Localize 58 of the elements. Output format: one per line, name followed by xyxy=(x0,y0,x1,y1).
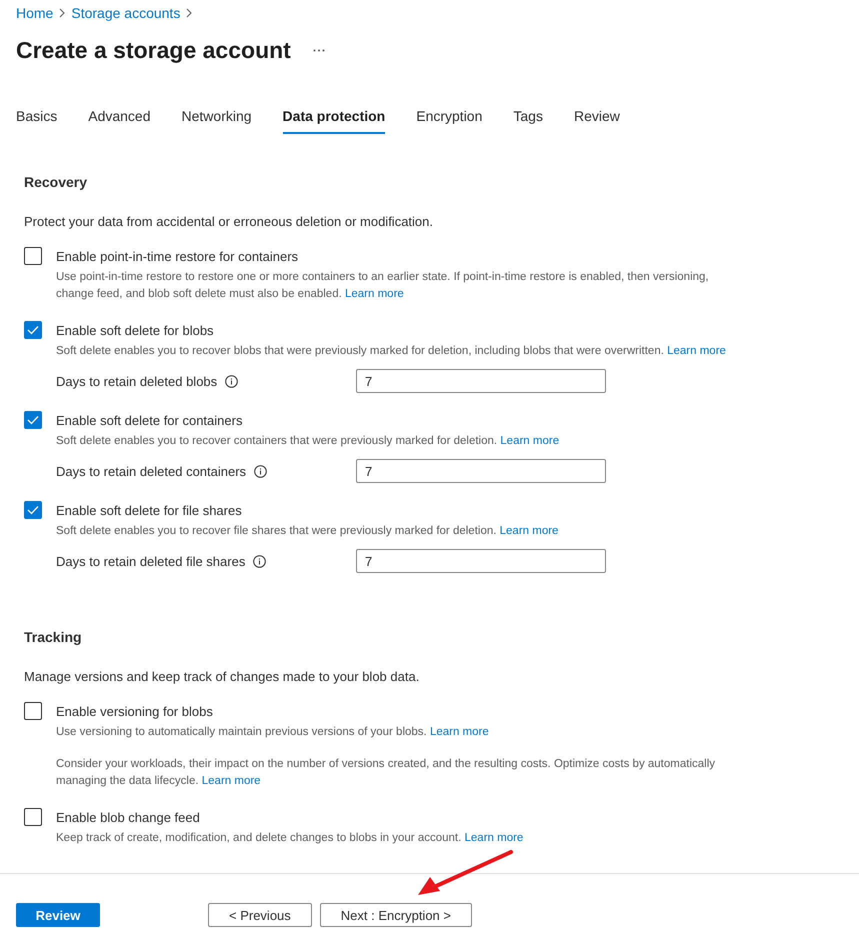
learn-more-link[interactable]: Learn more xyxy=(500,435,560,447)
checkbox[interactable] xyxy=(24,321,42,339)
checkbox[interactable] xyxy=(24,411,42,429)
checkbox-label: Enable soft delete for file shares xyxy=(56,502,242,518)
check-icon xyxy=(27,325,39,335)
learn-more-link[interactable]: Learn more xyxy=(345,288,404,300)
checkbox-label: Enable point-in-time restore for containers xyxy=(56,248,298,264)
checkbox[interactable] xyxy=(24,702,42,720)
learn-more-link[interactable]: Learn more xyxy=(667,345,726,357)
section-heading: Recovery xyxy=(24,174,88,192)
page-title: Create a storage account xyxy=(16,36,291,64)
review-button[interactable]: Review xyxy=(16,903,100,927)
section-heading: Tracking xyxy=(24,629,83,647)
checkbox[interactable] xyxy=(24,501,42,519)
info-icon[interactable] xyxy=(253,554,266,568)
tab[interactable]: Encryption xyxy=(416,102,482,134)
help-text: Consider your workloads, their impact on the number of versions created, and the resulting costs. Optimize costs by automatically managing the data lifecycle. Learn more xyxy=(56,757,716,789)
help-text: Keep track of create, modification, and delete changes to blobs in your account. Learn more xyxy=(56,831,524,846)
input-field[interactable]: 7 xyxy=(356,369,606,393)
checkbox-label: Enable soft delete for containers xyxy=(56,412,242,428)
field-label: Days to retain deleted containers xyxy=(56,464,246,478)
learn-more-link[interactable]: Learn more xyxy=(464,832,524,844)
checkbox-label: Enable versioning for blobs xyxy=(56,704,213,718)
breadcrumb-link[interactable]: Storage accounts xyxy=(71,5,180,21)
learn-more-link[interactable]: Learn more xyxy=(202,775,261,787)
help-text: Soft delete enables you to recover containers that were previously marked for deletion. Learn more xyxy=(56,434,560,449)
check-icon xyxy=(27,415,39,425)
input-field[interactable]: 7 xyxy=(356,549,606,573)
learn-more-link[interactable]: Learn more xyxy=(430,726,489,738)
tab[interactable]: Advanced xyxy=(88,102,151,134)
help-text: Soft delete enables you to recover file shares that were previously marked for deletion. Learn more xyxy=(56,524,560,539)
breadcrumb-link[interactable]: Home xyxy=(16,5,54,21)
help-text: Use versioning to automatically maintain previous versions of your blobs. Learn more xyxy=(56,725,490,740)
tab[interactable]: Data protection xyxy=(282,102,386,134)
check-icon xyxy=(27,505,39,515)
checkbox[interactable] xyxy=(24,808,42,826)
chevron-right-icon xyxy=(59,8,66,18)
section-description: Manage versions and keep track of changes made to your blob data. xyxy=(24,669,420,684)
info-icon[interactable] xyxy=(225,374,238,388)
tab[interactable]: Basics xyxy=(16,102,58,134)
section-description: Protect your data from accidental or erroneous deletion or modification. xyxy=(24,214,434,229)
more-icon[interactable] xyxy=(312,48,325,52)
tab[interactable]: Networking xyxy=(182,102,252,134)
info-icon[interactable] xyxy=(254,464,268,478)
learn-more-link[interactable]: Learn more xyxy=(500,525,558,537)
checkbox-label: Enable soft delete for blobs xyxy=(56,322,214,338)
checkbox-label: Enable blob change feed xyxy=(56,810,200,824)
field-label: Days to retain deleted blobs xyxy=(56,374,218,388)
checkbox[interactable] xyxy=(24,247,42,265)
previous-button[interactable]: < Previous xyxy=(208,903,312,927)
help-text: Use point-in-time restore to restore one or more containers to an earlier state. If point-in-time restore is enabled, then versioning, change feed, and blob soft delete must also be enabled. Learn more xyxy=(56,270,710,302)
next-button[interactable]: Next : Encryption > xyxy=(320,903,472,927)
help-text: Soft delete enables you to recover blobs that were previously marked for deletion, including blobs that were overwritten. Learn more xyxy=(56,344,727,359)
chevron-right-icon xyxy=(186,8,192,18)
input-field[interactable]: 7 xyxy=(356,459,606,483)
field-label: Days to retain deleted file shares xyxy=(56,554,246,568)
tab[interactable]: Review xyxy=(574,102,620,134)
tab[interactable]: Tags xyxy=(513,102,543,134)
